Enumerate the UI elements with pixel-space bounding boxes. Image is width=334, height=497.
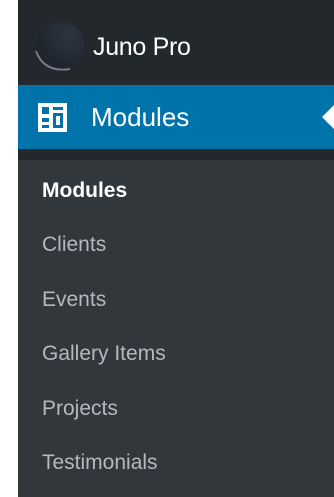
menu-item-modules-label: Modules <box>91 102 190 132</box>
site-logo-icon <box>30 21 90 75</box>
modules-submenu: Modules Clients Events Gallery Items Pro… <box>18 160 334 497</box>
submenu-item-clients[interactable]: Clients <box>42 230 106 260</box>
active-menu-pointer <box>322 105 334 129</box>
admin-sidebar: Juno Pro Modules Modules Clients Events … <box>18 0 334 497</box>
menu-item-modules[interactable]: Modules <box>18 85 334 149</box>
submenu-item-projects[interactable]: Projects <box>42 394 118 424</box>
submenu-item-gallery-items[interactable]: Gallery Items <box>42 339 166 369</box>
submenu-item-events[interactable]: Events <box>42 285 106 315</box>
site-header[interactable]: Juno Pro <box>18 0 334 80</box>
submenu-item-modules[interactable]: Modules <box>42 176 127 206</box>
site-title: Juno Pro <box>93 33 191 61</box>
modules-icon <box>38 103 67 132</box>
submenu-item-testimonials[interactable]: Testimonials <box>42 448 158 478</box>
page: Juno Pro Modules Modules Clients Events … <box>0 0 334 497</box>
